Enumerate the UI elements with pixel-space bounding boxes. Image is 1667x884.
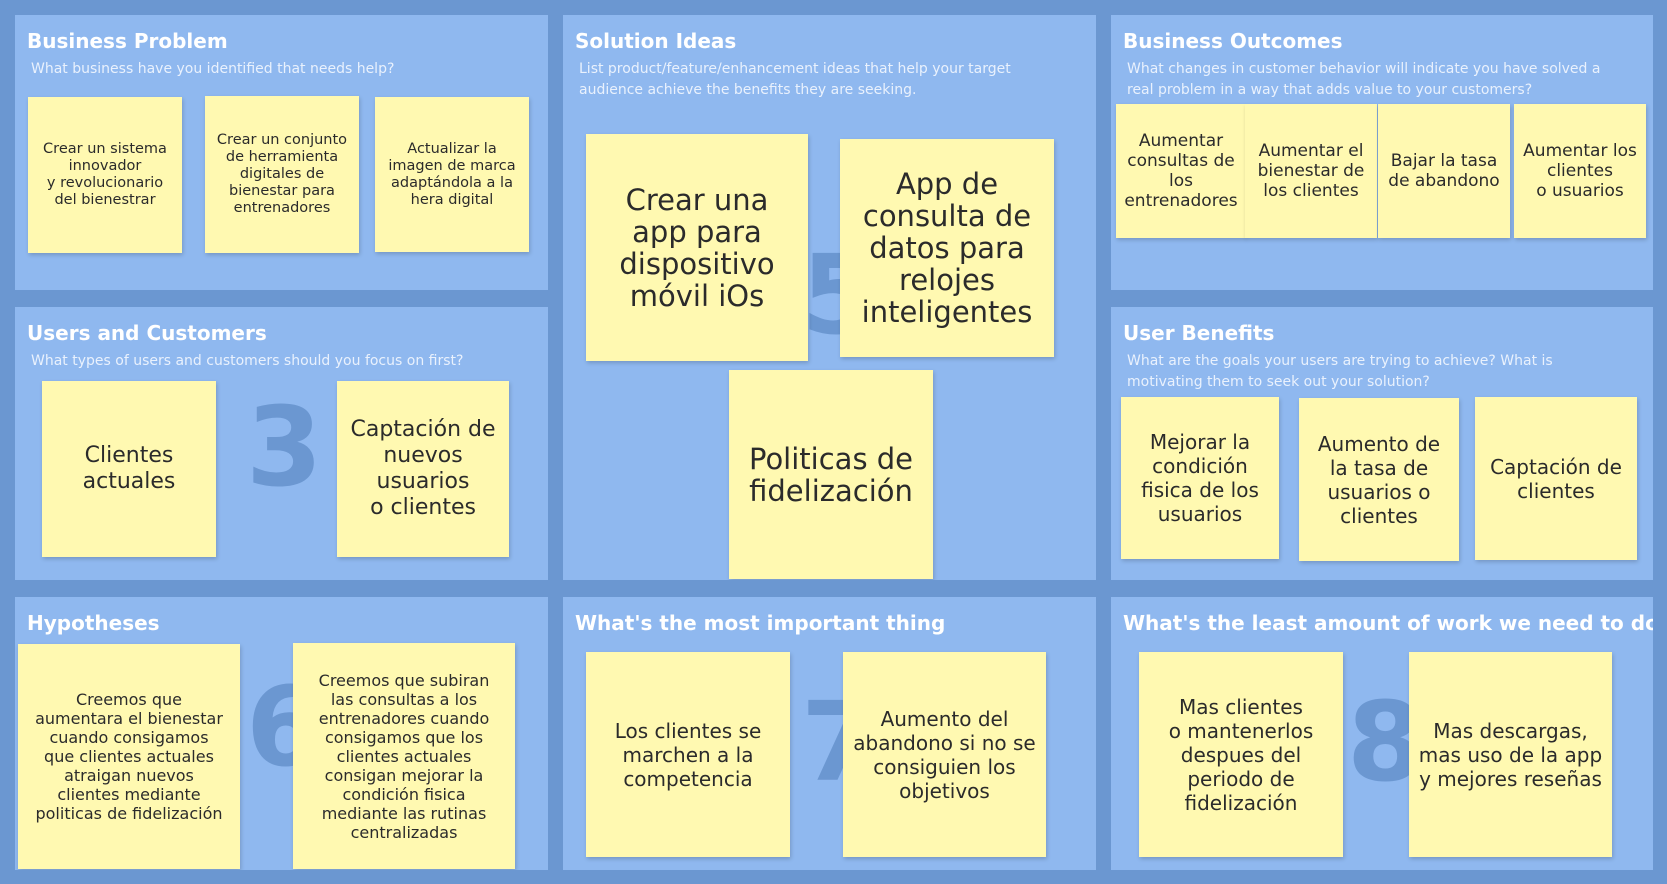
sticky-note[interactable]: Mas clientes o mantenerlos despues del p… (1139, 652, 1343, 857)
sticky-note[interactable]: Clientes actuales (42, 381, 216, 557)
panel-subtitle: What are the goals your users are trying… (1127, 353, 1553, 390)
panel-title: User Benefits (1123, 321, 1275, 345)
sticky-note[interactable]: Captación de clientes (1475, 397, 1637, 560)
panel-title: Users and Customers (27, 321, 267, 345)
sticky-note[interactable]: Los clientes se marchen a la competencia (586, 652, 790, 857)
lean-ux-canvas: Business Problem What business have you … (0, 0, 1667, 884)
sticky-note[interactable]: Creemos que subiran las consultas a los … (293, 643, 515, 869)
sticky-note[interactable]: Mejorar la condición fisica de los usuar… (1121, 397, 1279, 559)
panel-solution-ideas: Solution Ideas List product/feature/enha… (563, 15, 1096, 580)
panel-title: Business Outcomes (1123, 29, 1343, 53)
panel-title: What's the least amount of work we need … (1123, 611, 1653, 635)
sticky-note[interactable]: Politicas de fidelización (729, 370, 933, 579)
sticky-note[interactable]: Aumentar consultas de los entrenadores (1116, 104, 1246, 238)
sticky-note[interactable]: Creemos que aumentara el bienestar cuand… (18, 644, 240, 869)
panel-user-benefits: User Benefits What are the goals your us… (1111, 307, 1653, 580)
sticky-note[interactable]: Bajar la tasa de abandono (1378, 104, 1510, 238)
panel-title: Hypotheses (27, 611, 160, 635)
panel-least-amount-of-work: What's the least amount of work we need … (1111, 597, 1653, 870)
sticky-note[interactable]: Crear un sistema innovador y revoluciona… (28, 97, 182, 253)
panel-subtitle: List product/feature/enhancement ideas t… (579, 61, 1011, 98)
sticky-note[interactable]: Crear un conjunto de herramienta digital… (205, 96, 359, 253)
sticky-note[interactable]: Aumentar los clientes o usuarios (1514, 104, 1646, 238)
sticky-note[interactable]: Aumento de la tasa de usuarios o cliente… (1299, 398, 1459, 561)
sticky-note[interactable]: Aumentar el bienestar de los clientes (1245, 104, 1377, 238)
panel-title: Business Problem (27, 29, 228, 53)
panel-subtitle: What types of users and customers should… (31, 353, 464, 369)
panel-subtitle: What business have you identified that n… (31, 61, 395, 77)
sticky-note[interactable]: Captación de nuevos usuarios o clientes (337, 381, 509, 557)
panel-title: Solution Ideas (575, 29, 737, 53)
panel-users-customers: Users and Customers What types of users … (15, 307, 548, 580)
sticky-note[interactable]: Crear una app para dispositivo móvil iOs (586, 134, 808, 361)
sticky-note[interactable]: Aumento del abandono si no se consiguien… (843, 652, 1046, 857)
sticky-note[interactable]: Actualizar la imagen de marca adaptándol… (375, 97, 529, 252)
sticky-note[interactable]: App de consulta de datos para relojes in… (840, 139, 1054, 357)
panel-title: What's the most important thing (575, 611, 946, 635)
panel-hypotheses: Hypotheses 6 Creemos que aumentara el bi… (15, 597, 548, 870)
panel-business-problem: Business Problem What business have you … (15, 15, 548, 290)
panel-business-outcomes: Business Outcomes What changes in custom… (1111, 15, 1653, 290)
panel-number: 3 (246, 383, 323, 511)
sticky-note[interactable]: Mas descargas, mas uso de la app y mejor… (1409, 652, 1612, 857)
panel-most-important-thing: What's the most important thing 7 Los cl… (563, 597, 1096, 870)
panel-subtitle: What changes in customer behavior will i… (1127, 61, 1601, 98)
